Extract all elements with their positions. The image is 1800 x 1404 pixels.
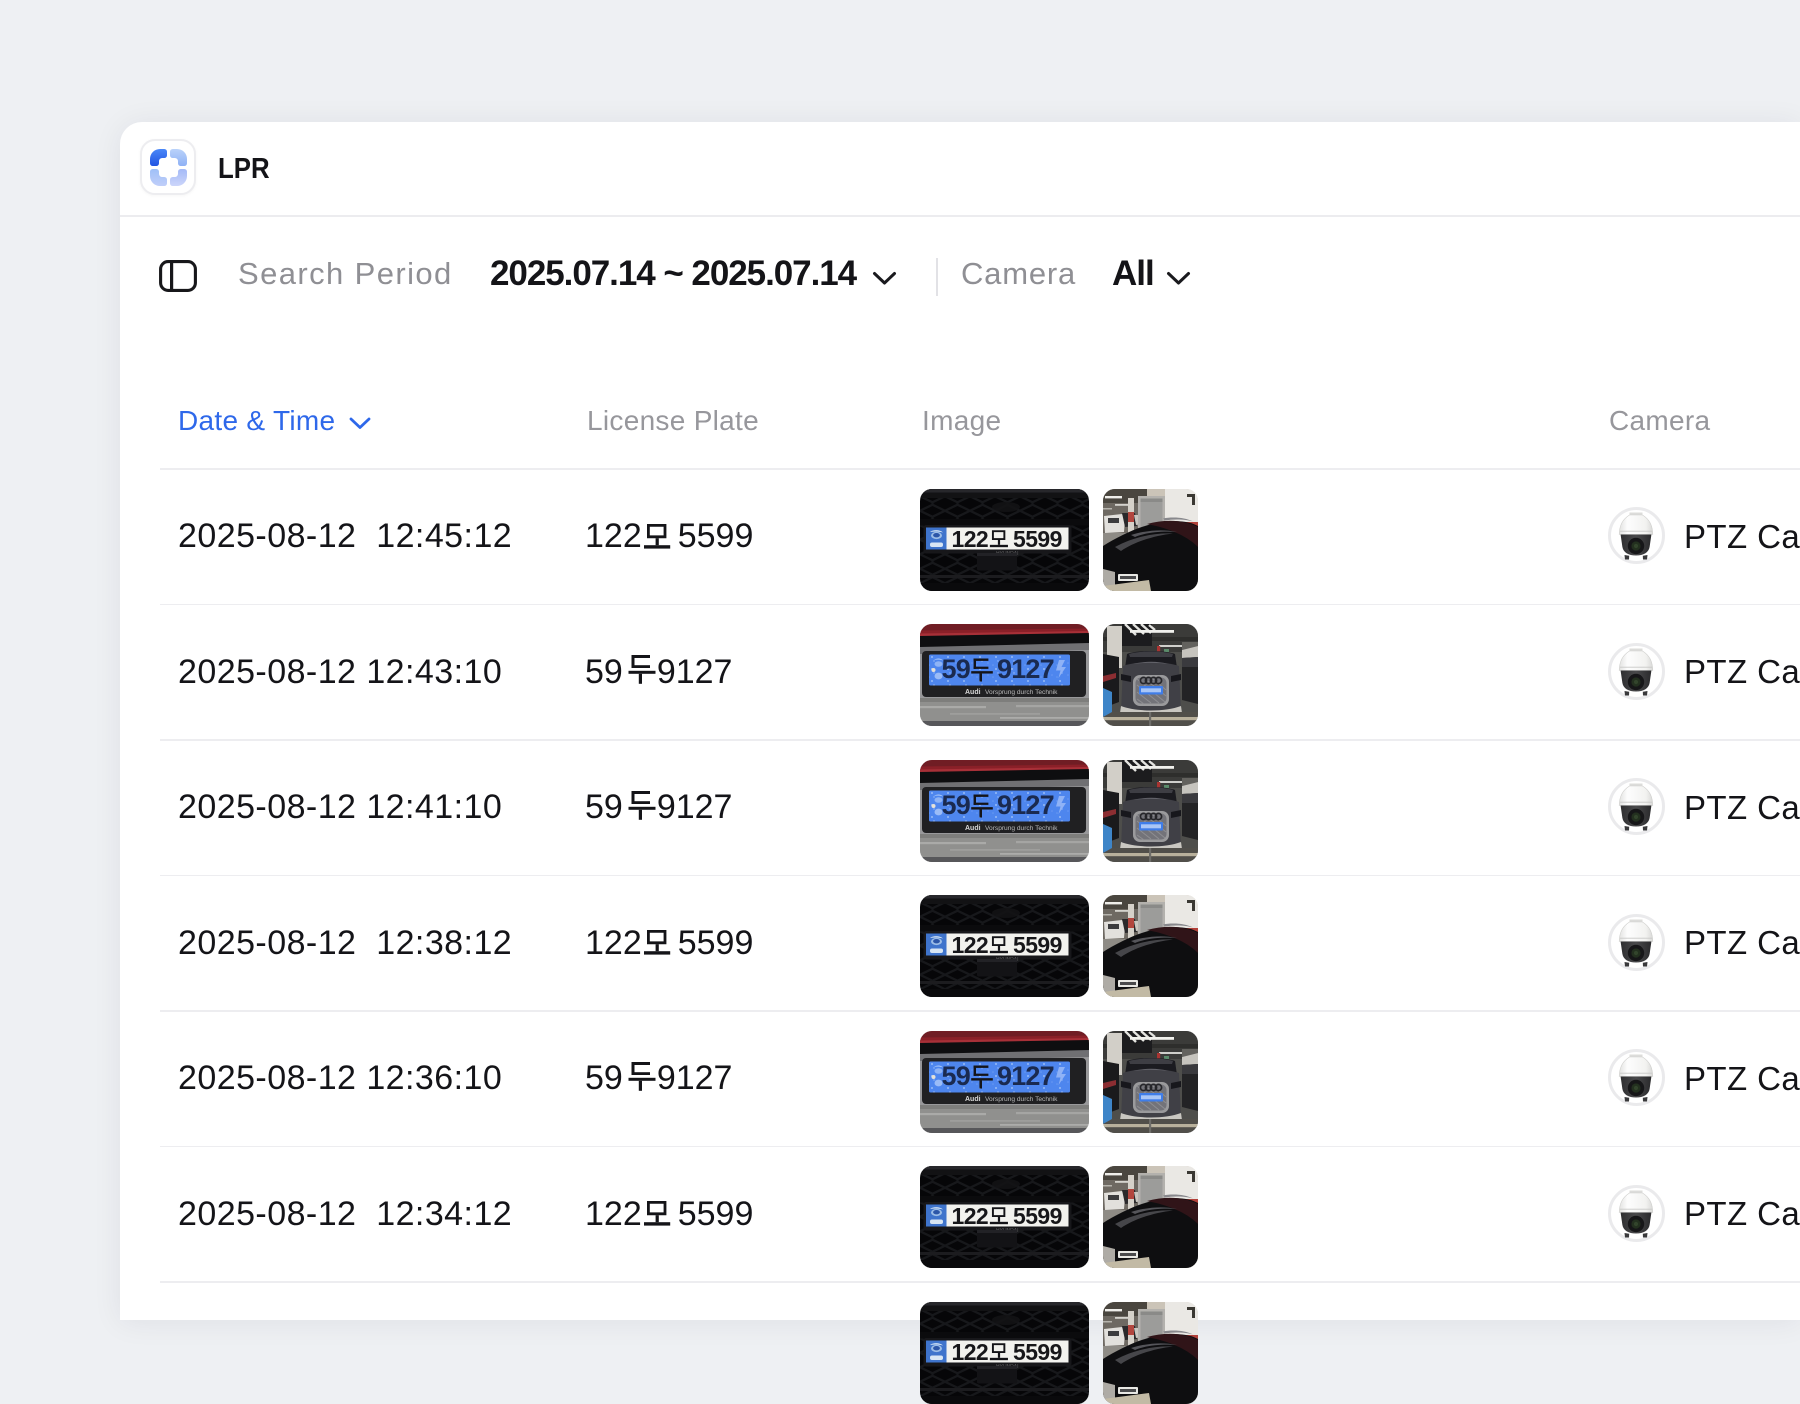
svg-text:LPR: LPR <box>218 152 270 185</box>
